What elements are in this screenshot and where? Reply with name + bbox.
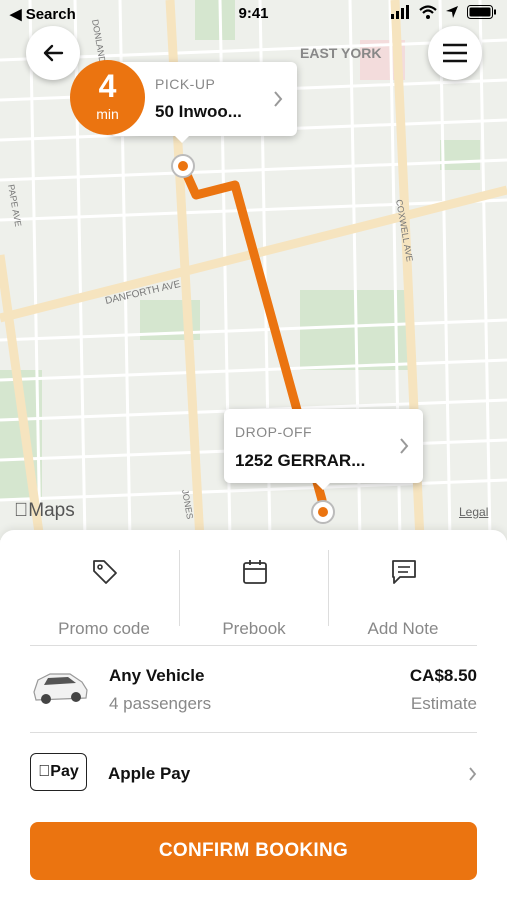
vehicle-passengers: 4 passengers xyxy=(109,694,212,713)
battery-icon xyxy=(467,5,496,19)
prebook-label: Prebook xyxy=(222,619,286,638)
hamburger-menu-icon xyxy=(443,43,467,63)
confirm-booking-button[interactable]: CONFIRM BOOKING xyxy=(30,822,477,880)
location-arrow-icon xyxy=(446,6,458,18)
apple-logo-icon:  xyxy=(38,763,50,781)
dropoff-callout-pointer xyxy=(315,482,331,490)
apple-maps-logo: Maps xyxy=(14,500,75,521)
add-note-button[interactable]: Add Note xyxy=(328,548,478,638)
prebook-button[interactable]: Prebook xyxy=(179,548,329,638)
note-icon xyxy=(392,560,416,584)
chevron-right-icon xyxy=(469,767,477,781)
map-label-coxwell: COXWELL AVE xyxy=(394,199,415,263)
arrow-left-icon xyxy=(43,44,64,62)
pickup-address: 50 Inwoo... xyxy=(155,102,242,121)
status-bar: ◀ Search 9:41 xyxy=(0,0,507,28)
legal-link[interactable]: Legal xyxy=(459,505,488,519)
tag-icon xyxy=(93,560,117,584)
vehicle-row[interactable]: Any Vehicle 4 passengers CA$8.50 Estimat… xyxy=(0,646,507,732)
pickup-callout-pointer xyxy=(174,135,190,143)
promo-code-button[interactable]: Promo code xyxy=(29,548,179,638)
apple-pay-badge: Pay xyxy=(30,753,87,791)
signal-icon xyxy=(391,5,409,19)
promo-code-label: Promo code xyxy=(58,619,150,638)
chevron-right-icon xyxy=(400,438,409,454)
payment-method: Apple Pay xyxy=(108,764,191,783)
eta-minutes: 4 xyxy=(98,68,117,104)
menu-button[interactable] xyxy=(428,26,482,80)
apple-logo-icon:  xyxy=(14,500,28,521)
chevron-right-icon xyxy=(274,91,283,107)
pickup-label: PICK-UP xyxy=(155,76,216,92)
booking-sheet: Promo code Prebook Add Note Any Vehicle … xyxy=(0,530,507,900)
fare-estimate-label: Estimate xyxy=(410,694,477,713)
map-label-east-york: EAST YORK xyxy=(300,45,381,61)
eta-unit: min xyxy=(96,106,119,122)
dropoff-address: 1252 GERRAR... xyxy=(235,451,366,470)
car-icon xyxy=(33,673,88,704)
calendar-icon xyxy=(243,560,267,584)
fare-price: CA$8.50 xyxy=(409,666,477,685)
payment-row[interactable]: Pay Apple Pay xyxy=(0,733,507,813)
vehicle-name: Any Vehicle xyxy=(109,666,205,685)
wifi-icon xyxy=(419,5,437,19)
dropoff-label: DROP-OFF xyxy=(235,424,313,440)
dropoff-callout[interactable]: DROP-OFF 1252 GERRAR... xyxy=(224,409,423,483)
add-note-label: Add Note xyxy=(367,619,439,638)
eta-badge: 4 min xyxy=(70,60,145,135)
